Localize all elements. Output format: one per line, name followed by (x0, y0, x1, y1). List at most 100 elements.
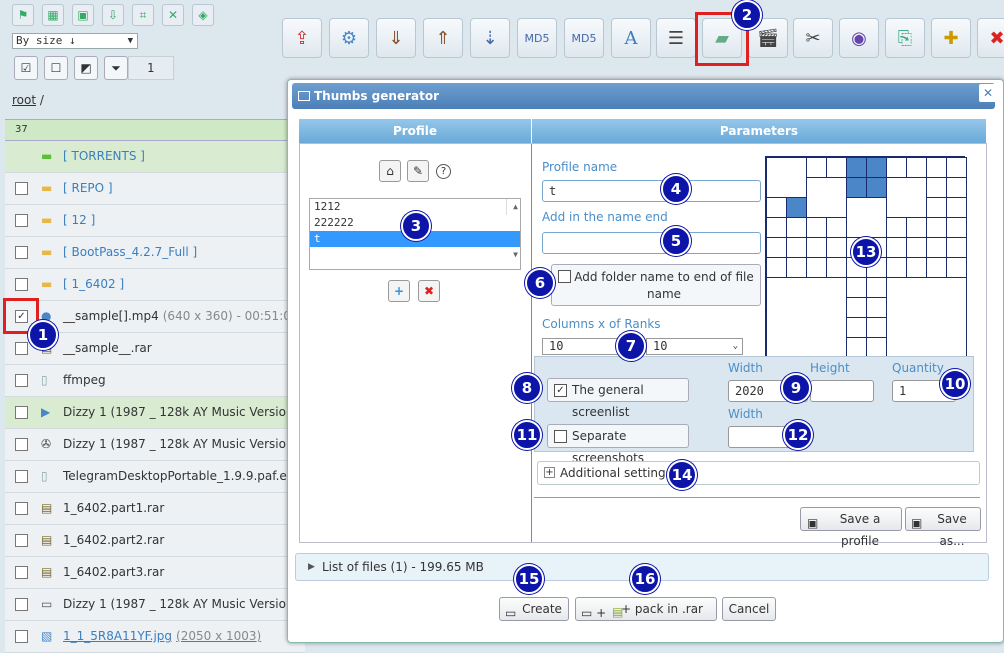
row-name[interactable]: Dizzy 1 (1987 _ 128k AY Music Version (63, 597, 294, 611)
video-convert-icon[interactable]: ◉ (839, 18, 879, 58)
separate-screenshots-checkbox[interactable] (554, 430, 567, 443)
md5-settings-icon[interactable]: MD5 (564, 18, 604, 58)
upload-icon[interactable]: ⇪ (282, 18, 322, 58)
archive-add-icon[interactable]: ⇑ (423, 18, 463, 58)
add-profile-icon[interactable]: + (388, 280, 410, 302)
separate-screenshots-button[interactable]: Separate screenshots (547, 424, 689, 465)
scrollbar[interactable]: ▲ ▼ (506, 199, 520, 259)
table-row[interactable]: ▬ [ TORRENTS ] (5, 141, 305, 173)
add-folder-checkbox[interactable] (558, 270, 571, 283)
tag-icon[interactable]: ◈ (192, 4, 214, 26)
row-name[interactable]: __sample__.rar (63, 341, 152, 355)
md5-check-icon[interactable]: MD5 (517, 18, 557, 58)
select-all-button[interactable]: ☑ (14, 56, 38, 80)
row-name[interactable]: [ BootPass_4.2.7_Full ] (63, 245, 197, 259)
row-checkbox[interactable] (15, 630, 28, 643)
table-row[interactable]: ▧ 1_1_5R8A11YF.jpg (2050 x 1003) (5, 621, 305, 653)
crop-icon[interactable]: ⌗ (132, 4, 154, 26)
row-name[interactable]: Dizzy 1 (1987 _ 128k AY Music Version (63, 437, 294, 451)
archive-extract-icon[interactable]: ⇓ (376, 18, 416, 58)
copy-file-icon[interactable]: ⎘ (885, 18, 925, 58)
row-name[interactable]: 1_6402.part3.rar (63, 565, 164, 579)
help-icon[interactable]: ? (436, 164, 451, 179)
row-checkbox[interactable] (15, 438, 28, 451)
table-row[interactable]: ▬ [ 1_6402 ] (5, 269, 305, 301)
table-row[interactable]: ✇ Dizzy 1 (1987 _ 128k AY Music Version (5, 429, 305, 461)
archive-test-icon[interactable]: ⇣ (470, 18, 510, 58)
row-name[interactable]: [ TORRENTS ] (63, 149, 145, 163)
table-row[interactable]: ▤ 1_6402.part1.rar (5, 493, 305, 525)
add-folder-checkbox-button[interactable]: Add folder name to end of file name (551, 264, 761, 306)
filter-button[interactable]: ⏷ (104, 56, 128, 80)
row-name[interactable]: 1_6402.part1.rar (63, 501, 164, 515)
table-row[interactable]: ▶ Dizzy 1 (1987 _ 128k AY Music Version (5, 397, 305, 429)
table-row[interactable]: ▯ TelegramDesktopPortable_1.9.9.paf.exe (5, 461, 305, 493)
row-name[interactable]: __sample[].mp4 (640 x 360) - 00:51:01 (63, 309, 299, 323)
delete-icon[interactable]: ✖ (977, 18, 1004, 58)
row-checkbox[interactable] (15, 598, 28, 611)
row-checkbox[interactable] (15, 502, 28, 515)
delete-profile-icon[interactable]: ✖ (418, 280, 440, 302)
profile-name-input[interactable]: t (542, 180, 761, 202)
row-checkbox[interactable] (15, 534, 28, 547)
gear-icon[interactable]: ⚙ (329, 18, 369, 58)
row-name[interactable]: 1_6402.part2.rar (63, 533, 164, 547)
table-row[interactable]: ▬ [ 12 ] (5, 205, 305, 237)
table-row[interactable]: ▤ 1_6402.part3.rar (5, 557, 305, 589)
table-row[interactable]: ▬ [ BootPass_4.2.7_Full ] (5, 237, 305, 269)
dialog-titlebar[interactable]: Thumbs generator (292, 83, 995, 109)
create-pack-rar-button[interactable]: ▭ + ▤ + pack in .rar (575, 597, 717, 621)
video-cut-icon[interactable]: ✂ (793, 18, 833, 58)
table-row[interactable]: ▯ ffmpeg (5, 365, 305, 397)
select-none-button[interactable]: ☐ (44, 56, 68, 80)
window-icon: ▭ (505, 606, 517, 620)
invert-selection-button[interactable]: ◩ (74, 56, 98, 80)
breadcrumb-root[interactable]: root (12, 93, 36, 107)
name-end-input[interactable] (542, 232, 761, 254)
row-checkbox[interactable] (15, 566, 28, 579)
general-screenlist-checkbox[interactable]: ✓ (554, 384, 567, 397)
row-checkbox[interactable] (15, 278, 28, 291)
row-checkbox[interactable] (15, 182, 28, 195)
sort-select[interactable]: By size ↓ ▼ (12, 33, 138, 49)
flag-icon[interactable]: ⚑ (12, 4, 34, 26)
callout-badge: 11 (512, 420, 542, 450)
row-checkbox[interactable] (15, 470, 28, 483)
download-list-icon[interactable]: ⇩ (102, 4, 124, 26)
new-folder-icon[interactable]: ✚ (931, 18, 971, 58)
home-icon[interactable]: ⌂ (379, 160, 401, 182)
row-name[interactable]: ffmpeg (63, 373, 106, 387)
additional-settings[interactable]: + Additional settings (537, 461, 980, 485)
row-name[interactable]: [ REPO ] (63, 181, 113, 195)
general-screenlist-button[interactable]: ✓ The general screenlist (547, 378, 689, 419)
callout-badge: 15 (514, 564, 544, 594)
counter-field[interactable]: 1 (128, 56, 174, 80)
save-as-button[interactable]: ▣ Save as... (905, 507, 981, 548)
create-button[interactable]: ▭ Create (499, 597, 569, 621)
row-checkbox[interactable] (15, 246, 28, 259)
row-name[interactable]: Dizzy 1 (1987 _ 128k AY Music Version (63, 405, 294, 419)
close-icon[interactable]: ✕ (979, 84, 997, 102)
gallery-icon[interactable]: ▦ (42, 4, 64, 26)
preview-cell (846, 197, 887, 238)
ranks-select[interactable]: 10 ⌄ (646, 338, 743, 355)
row-name[interactable]: [ 12 ] (63, 213, 95, 227)
row-name[interactable]: 1_1_5R8A11YF.jpg (2050 x 1003) (63, 629, 261, 643)
height-input[interactable] (810, 380, 874, 402)
brush-icon[interactable]: ✎ (407, 160, 429, 182)
text-list-icon[interactable]: ☰ (656, 18, 696, 58)
rename-icon[interactable]: A (611, 18, 651, 58)
remove-icon[interactable]: ✕ (162, 4, 184, 26)
table-row[interactable]: ▬ [ REPO ] (5, 173, 305, 205)
row-checkbox[interactable] (15, 342, 28, 355)
row-checkbox[interactable] (15, 406, 28, 419)
row-checkbox[interactable] (15, 214, 28, 227)
image-icon[interactable]: ▣ (72, 4, 94, 26)
table-row[interactable]: ▤ 1_6402.part2.rar (5, 525, 305, 557)
row-name[interactable]: [ 1_6402 ] (63, 277, 124, 291)
save-profile-button[interactable]: ▣ Save a profile (800, 507, 902, 548)
table-row[interactable]: ▭ Dizzy 1 (1987 _ 128k AY Music Version (5, 589, 305, 621)
cancel-button[interactable]: Cancel (722, 597, 776, 621)
row-name[interactable]: TelegramDesktopPortable_1.9.9.paf.exe (63, 469, 301, 483)
row-checkbox[interactable] (15, 374, 28, 387)
